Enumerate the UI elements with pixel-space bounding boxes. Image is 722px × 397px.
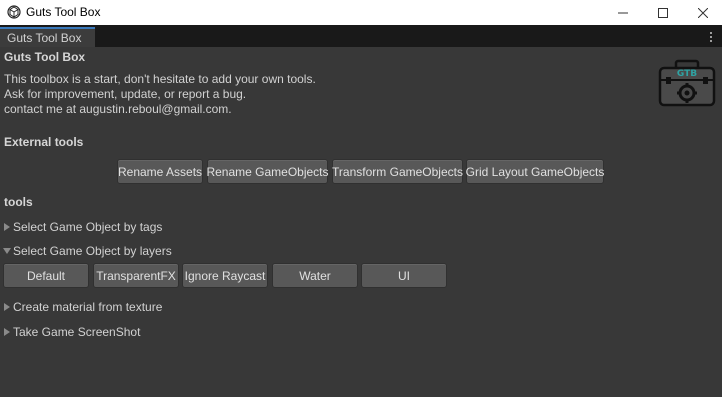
window-title: Guts Tool Box	[26, 5, 101, 19]
editor-tabstrip: Guts Tool Box	[0, 25, 722, 47]
foldout-label: Select Game Object by layers	[13, 244, 172, 258]
minimize-icon	[618, 12, 628, 13]
logo-text: GTB	[677, 69, 697, 79]
foldout-select-by-layers[interactable]: Select Game Object by layers	[3, 244, 172, 258]
tab-guts-tool-box[interactable]: Guts Tool Box	[0, 27, 95, 47]
tools-heading: tools	[4, 195, 33, 209]
kebab-menu-icon[interactable]	[706, 31, 716, 43]
collapsed-arrow-icon	[4, 223, 10, 231]
layer-button-ui[interactable]: UI	[361, 263, 447, 288]
rename-gameobjects-button[interactable]: Rename GameObjects	[206, 159, 329, 184]
collapsed-arrow-icon	[4, 328, 10, 336]
grid-layout-gameobjects-button[interactable]: Grid Layout GameObjects	[466, 159, 604, 184]
maximize-icon	[658, 7, 668, 18]
foldout-take-screenshot[interactable]: Take Game ScreenShot	[3, 325, 140, 339]
description-line-1: This toolbox is a start, don't hesitate …	[4, 72, 316, 86]
unity-icon	[7, 5, 21, 19]
expanded-arrow-icon	[3, 248, 11, 254]
foldout-label: Take Game ScreenShot	[13, 325, 141, 339]
transform-gameobjects-button[interactable]: Transform GameObjects	[332, 159, 463, 184]
foldout-label: Select Game Object by tags	[13, 220, 163, 234]
foldout-create-material[interactable]: Create material from texture	[3, 300, 162, 314]
collapsed-arrow-icon	[4, 303, 10, 311]
foldout-select-by-tags[interactable]: Select Game Object by tags	[3, 220, 162, 234]
description-line-2: Ask for improvement, update, or report a…	[4, 87, 247, 101]
description-line-3: contact me at augustin.reboul@gmail.com.	[4, 102, 232, 116]
page-title: Guts Tool Box	[4, 50, 86, 64]
layer-button-transparentfx[interactable]: TransparentFX	[93, 263, 179, 288]
window-titlebar: Guts Tool Box	[0, 0, 722, 25]
close-icon	[698, 7, 708, 18]
toolbox-logo: GTB	[658, 59, 716, 107]
layer-button-ignore-raycast[interactable]: Ignore Raycast	[182, 263, 268, 288]
layer-button-default[interactable]: Default	[3, 263, 89, 288]
close-button[interactable]	[680, 0, 722, 25]
external-tools-heading: External tools	[4, 135, 84, 149]
layer-button-water[interactable]: Water	[272, 263, 358, 288]
foldout-label: Create material from texture	[13, 300, 163, 314]
rename-assets-button[interactable]: Rename Assets	[117, 159, 203, 184]
